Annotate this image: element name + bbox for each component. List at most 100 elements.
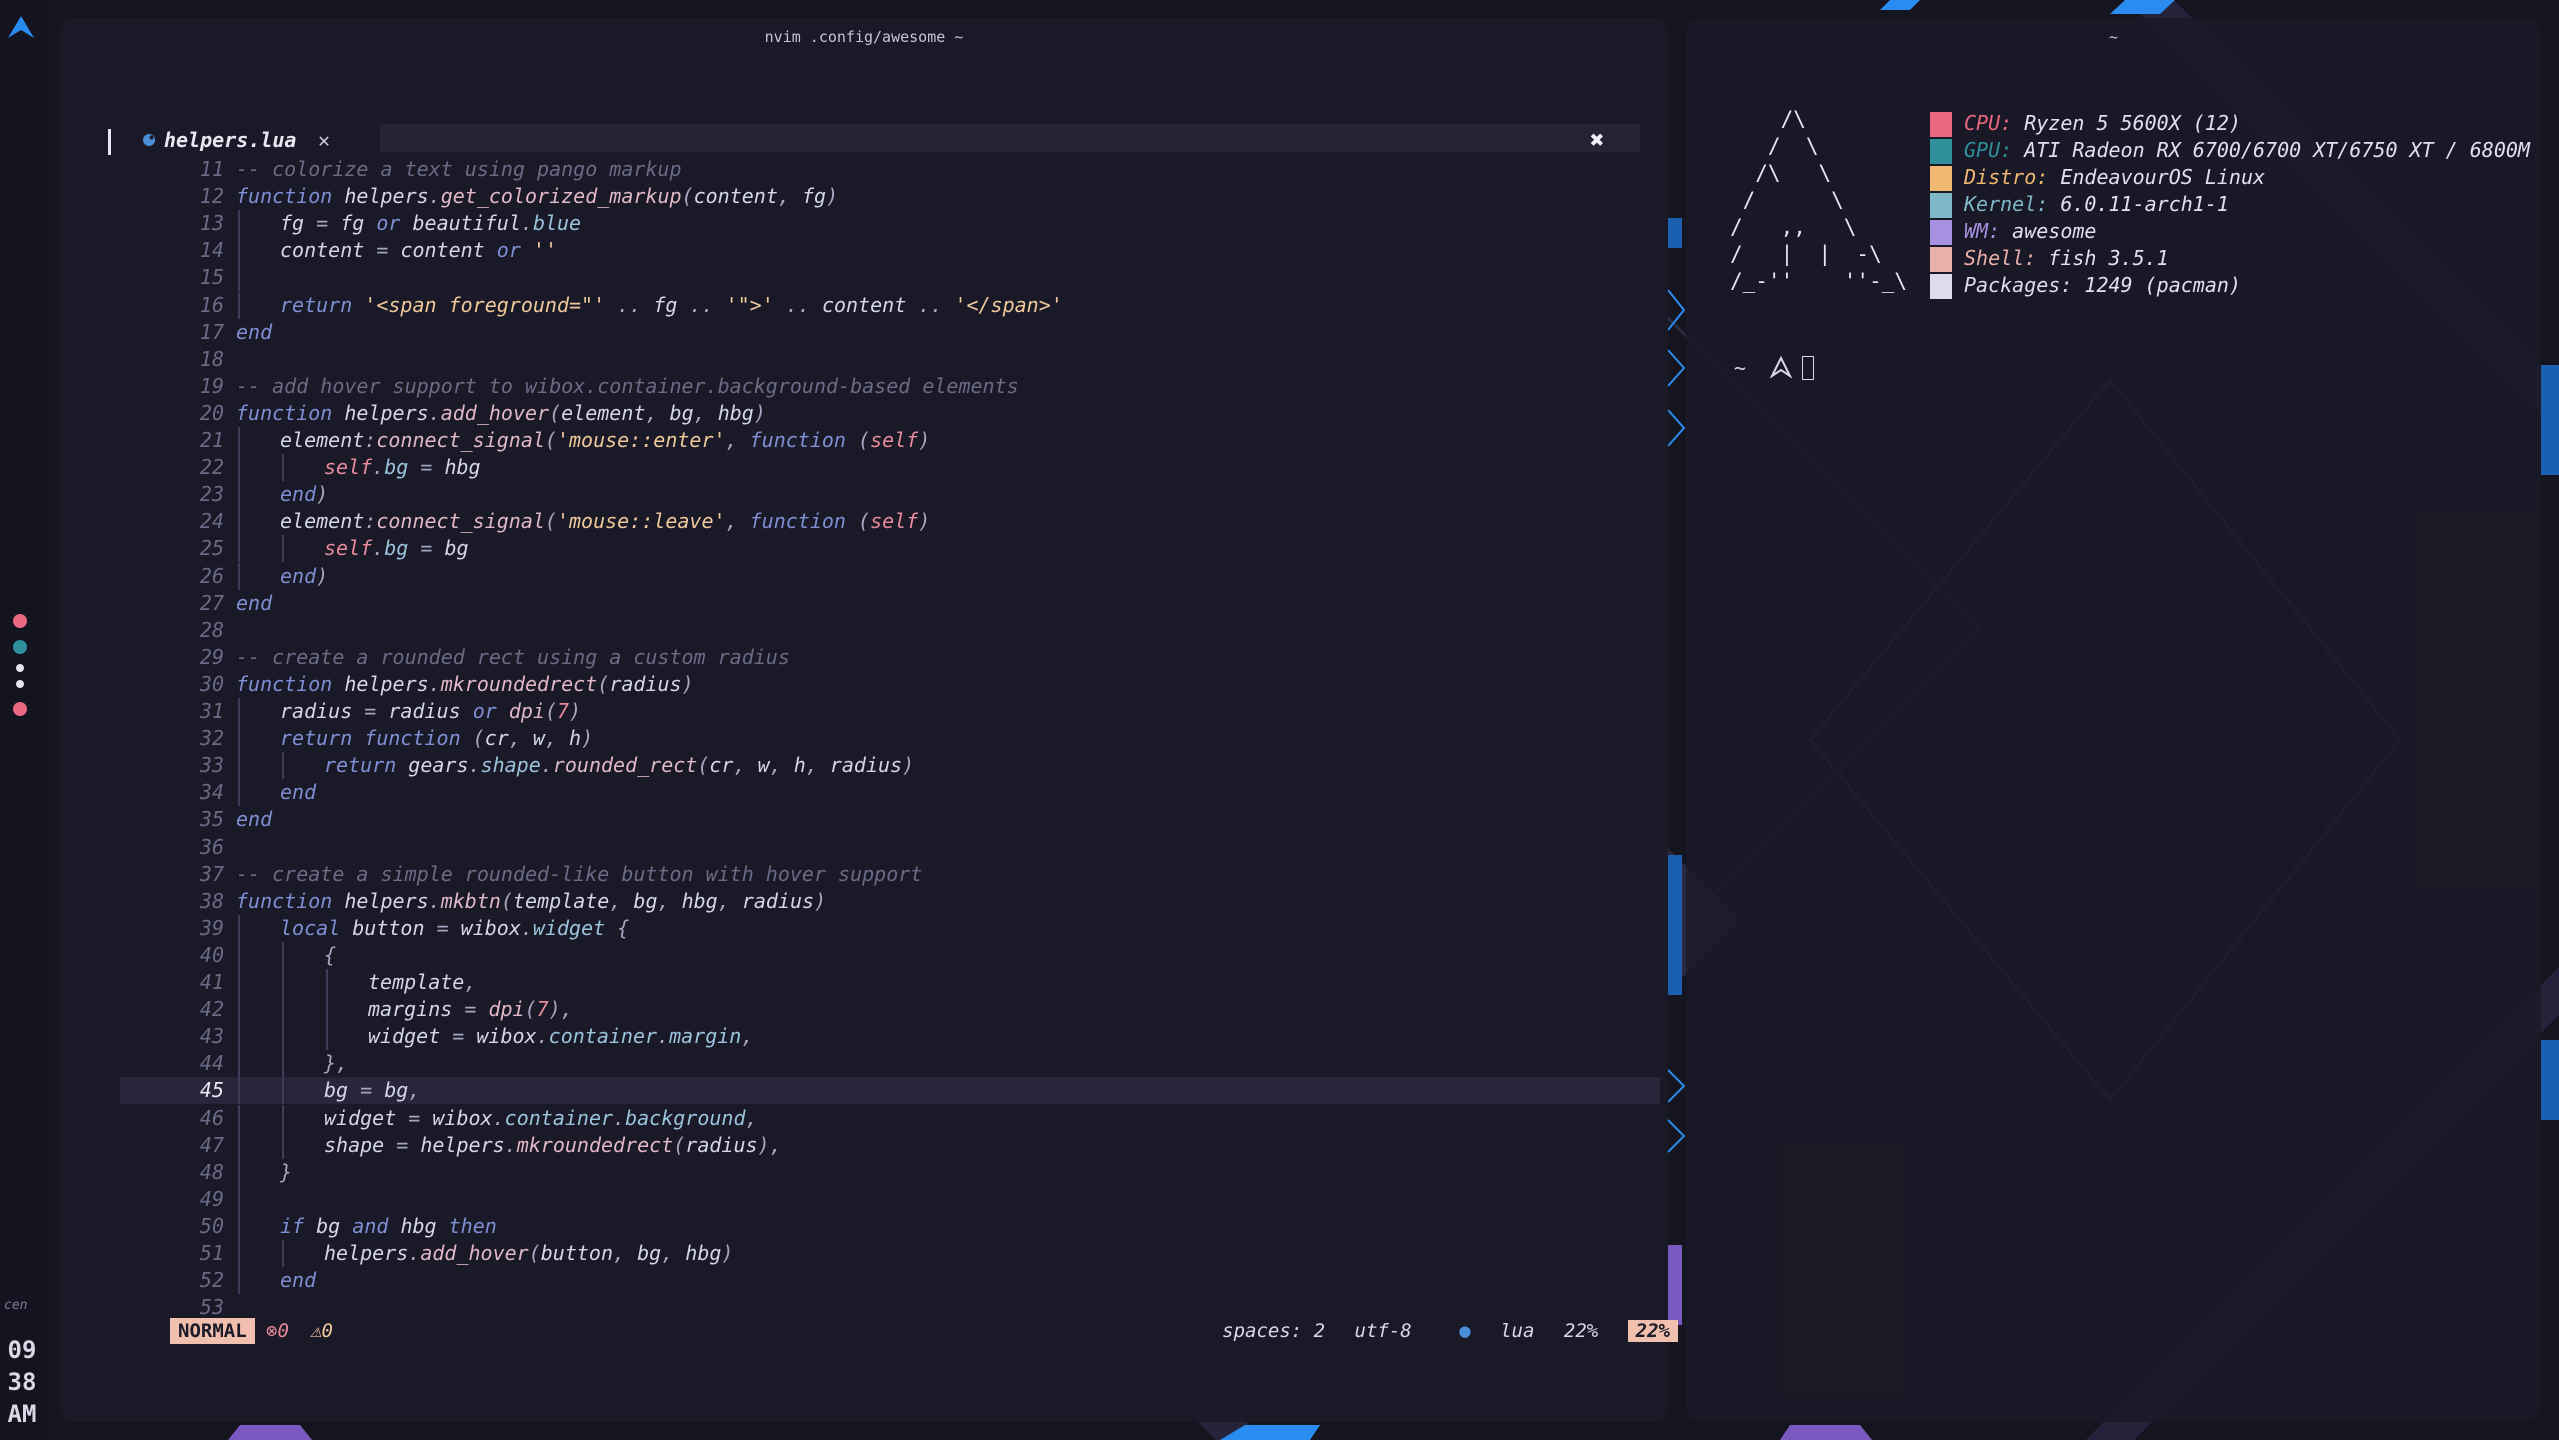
line-number: 48 bbox=[199, 1159, 224, 1184]
code-line[interactable]: 32 return function (cr, w, h) bbox=[120, 725, 1660, 753]
line-number: 21 bbox=[199, 428, 224, 452]
indent-guide bbox=[238, 1077, 240, 1105]
terminal-cursor[interactable] bbox=[1802, 356, 1814, 380]
code-line[interactable]: 15 bbox=[120, 264, 1660, 292]
code-line[interactable]: 14 content = content or '' bbox=[120, 237, 1660, 265]
code-line[interactable]: 52 end bbox=[120, 1267, 1660, 1295]
workspace-3-indicator[interactable] bbox=[16, 664, 24, 672]
code-line[interactable]: 22 self.bg = hbg bbox=[120, 454, 1660, 482]
workspace-4-indicator[interactable] bbox=[16, 680, 24, 688]
code-line[interactable]: 29 -- create a rounded rect using a custo… bbox=[120, 644, 1660, 671]
nvim-window[interactable]: nvim .config/awesome ~ helpers.lua ✕ ✖ 1… bbox=[60, 18, 1678, 1422]
file-encoding: utf-8 bbox=[1354, 1320, 1412, 1342]
indent-guide bbox=[282, 1104, 284, 1132]
workspace-2-indicator[interactable] bbox=[13, 640, 27, 654]
code-line[interactable]: 28 bbox=[120, 617, 1660, 644]
code-line[interactable]: 33 return gears.shape.rounded_rect(cr, w,… bbox=[120, 752, 1660, 780]
code-line[interactable]: 16 return '<span foreground="' .. fg .. '… bbox=[120, 291, 1660, 319]
arch-launcher-icon[interactable] bbox=[6, 14, 36, 40]
indent-guide bbox=[238, 291, 240, 319]
code-line[interactable]: 31 radius = radius or dpi(7) bbox=[120, 698, 1660, 725]
code-line[interactable]: 48} bbox=[120, 1158, 1660, 1186]
line-source: function helpers.get_colorized_markup(co… bbox=[236, 184, 839, 209]
clock-minute: 38 bbox=[7, 1368, 37, 1396]
code-line[interactable]: 39 local button = wibox.widget { bbox=[120, 914, 1660, 942]
layout-indicator[interactable]: cen bbox=[4, 1298, 40, 1313]
code-line[interactable]: 34 end bbox=[120, 779, 1660, 807]
color-swatch bbox=[1930, 112, 1952, 137]
line-number: 24 bbox=[199, 509, 224, 534]
code-line[interactable]: 20 function helpers.add_hover(element, bg… bbox=[120, 400, 1660, 427]
code-line[interactable]: 27 end bbox=[120, 590, 1660, 617]
code-line[interactable]: 12 function helpers.get_colorized_markup(… bbox=[120, 183, 1660, 210]
code-line[interactable]: 40 { bbox=[120, 941, 1660, 969]
indent-guide bbox=[238, 914, 240, 942]
line-number: 31 bbox=[199, 699, 224, 723]
code-line[interactable]: 25 self.bg = bg bbox=[120, 535, 1660, 563]
code-line[interactable]: 45 bg = bg, bbox=[120, 1077, 1660, 1105]
color-swatch bbox=[1930, 247, 1952, 272]
line-source: function helpers.mkroundedrect(radius) bbox=[236, 671, 694, 696]
line-source: fg = fg or beautiful.blue bbox=[280, 211, 582, 236]
line-number: 19 bbox=[199, 373, 224, 398]
indent-guide bbox=[238, 752, 240, 780]
code-line[interactable]: 41 template, bbox=[120, 969, 1660, 996]
code-line[interactable]: 24 element:connect_signal('mouse::leave',… bbox=[120, 508, 1660, 536]
code-line[interactable]: 49 bbox=[120, 1185, 1660, 1213]
prompt-arrow-icon bbox=[1770, 356, 1792, 378]
tab-close-button[interactable]: ✕ bbox=[318, 128, 330, 152]
code-line[interactable]: 44}, bbox=[120, 1050, 1660, 1078]
code-line[interactable]: 43 widget = wibox.container.margin, bbox=[120, 1023, 1660, 1051]
color-swatch bbox=[1930, 220, 1952, 245]
endeavouros-ascii-logo: /\ / \ /\ \ / \ / ,, \ / | | -\ /_-'' ''… bbox=[1730, 107, 1908, 293]
indent-guide bbox=[238, 562, 240, 590]
indent-guide bbox=[282, 1077, 284, 1105]
code-line[interactable]: 36 bbox=[120, 834, 1660, 861]
code-line[interactable]: 42 margins = dpi(7), bbox=[120, 996, 1660, 1024]
statusline: NORMAL ⊗0 ⚠0 spaces: 2 utf-8 ● lua 22% 2… bbox=[170, 1318, 1678, 1345]
code-line[interactable]: 13 fg = fg or beautiful.blue bbox=[120, 210, 1660, 238]
tab-helpers-lua[interactable]: helpers.lua bbox=[164, 128, 296, 152]
code-line[interactable]: 38 function helpers.mkbtn(template, bg, h… bbox=[120, 888, 1660, 915]
line-number: 11 bbox=[199, 157, 224, 181]
close-all-button[interactable]: ✖ bbox=[1590, 126, 1604, 154]
code-line[interactable]: 18 bbox=[120, 346, 1660, 373]
workspace-5-indicator[interactable] bbox=[13, 702, 27, 716]
line-number: 40 bbox=[199, 942, 224, 967]
indent-guide bbox=[238, 1023, 240, 1051]
code-line[interactable]: 50 if bg and hbg then bbox=[120, 1212, 1660, 1240]
code-line[interactable]: 51 helpers.add_hover(button, bg, hbg) bbox=[120, 1240, 1660, 1267]
system-info-label: WM: awesome bbox=[1964, 219, 2097, 243]
warning-icon: ⚠ bbox=[310, 1320, 322, 1342]
line-number: 33 bbox=[199, 753, 224, 778]
line-source: end bbox=[236, 807, 273, 832]
indent-guide bbox=[282, 1050, 284, 1078]
color-swatch bbox=[1930, 193, 1952, 218]
code-line[interactable]: 21 element:connect_signal('mouse::enter',… bbox=[120, 427, 1660, 454]
lua-file-icon bbox=[143, 134, 155, 146]
filetype: ● lua bbox=[1459, 1320, 1535, 1342]
line-source: end bbox=[280, 780, 317, 805]
code-line[interactable]: 23 end) bbox=[120, 481, 1660, 509]
code-line[interactable]: 37 -- create a simple rounded-like button… bbox=[120, 861, 1660, 888]
system-info-label: Shell: fish 3.5.1 bbox=[1964, 246, 2169, 270]
code-line[interactable]: 11 -- colorize a text using pango markup bbox=[120, 156, 1660, 183]
line-source: function helpers.add_hover(element, bg, … bbox=[236, 400, 766, 425]
workspace-1-indicator[interactable] bbox=[13, 614, 27, 628]
code-line[interactable]: 30 function helpers.mkroundedrect(radius) bbox=[120, 671, 1660, 698]
code-line[interactable]: 19 -- add hover support to wibox.containe… bbox=[120, 373, 1660, 400]
shell-prompt-path: ~ bbox=[1734, 356, 1747, 380]
code-line[interactable]: 17 end bbox=[120, 319, 1660, 346]
code-line[interactable]: 35 end bbox=[120, 806, 1660, 833]
color-swatch bbox=[1930, 274, 1952, 299]
line-source: widget = wibox.container.background, bbox=[324, 1105, 758, 1130]
line-source: self.bg = bg bbox=[324, 536, 469, 561]
line-number: 44 bbox=[199, 1051, 224, 1076]
code-line[interactable]: 26 end) bbox=[120, 562, 1660, 590]
line-number: 27 bbox=[199, 590, 224, 615]
code-line[interactable]: 47 shape = helpers.mkroundedrect(radius), bbox=[120, 1131, 1660, 1159]
code-line[interactable]: 46 widget = wibox.container.background, bbox=[120, 1104, 1660, 1132]
line-number: 43 bbox=[199, 1024, 224, 1049]
indent-guide bbox=[238, 481, 240, 509]
warning-count: ⚠0 bbox=[310, 1318, 333, 1344]
